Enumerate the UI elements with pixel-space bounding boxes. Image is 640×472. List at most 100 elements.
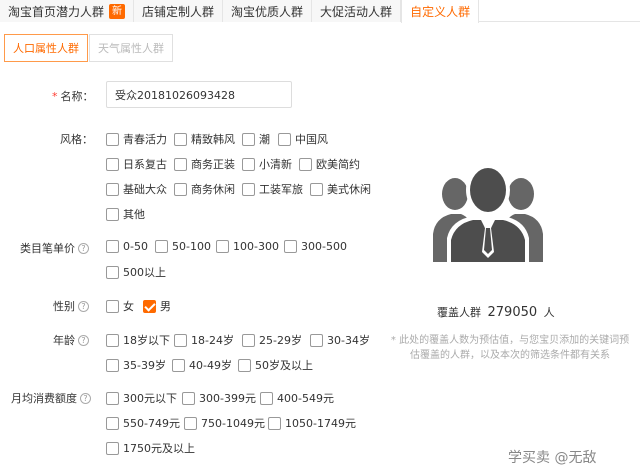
age-checkbox[interactable]: 25-29岁 — [242, 332, 302, 348]
checkbox-box[interactable] — [155, 240, 168, 253]
coverage-unit: 人 — [543, 306, 555, 319]
checkbox-box[interactable] — [106, 265, 119, 279]
tab-custom-audience[interactable]: 自定义人群 — [401, 0, 480, 23]
checkbox-label: 女 — [123, 300, 134, 313]
price-checkbox[interactable]: 100-300 — [216, 240, 279, 253]
style-checkbox[interactable]: 精致韩风 — [174, 131, 235, 147]
checkbox-box[interactable] — [310, 182, 323, 196]
audience-name-input[interactable] — [106, 81, 292, 108]
checkbox-box[interactable] — [106, 391, 119, 405]
checkbox-label: 40-49岁 — [189, 359, 232, 372]
checkbox-label: 1050-1749元 — [285, 417, 356, 430]
style-checkbox[interactable]: 商务正装 — [174, 156, 235, 172]
age-checkbox[interactable]: 40-49岁 — [172, 357, 232, 373]
checkbox-box[interactable] — [172, 358, 185, 372]
style-checkbox[interactable]: 青春活力 — [106, 131, 167, 147]
tab-promotion-audience[interactable]: 大促活动人群 — [312, 0, 402, 22]
style-checkbox[interactable]: 中国风 — [278, 131, 328, 147]
spend-checkbox[interactable]: 300元以下 — [106, 390, 177, 406]
help-icon[interactable]: ? — [78, 242, 89, 254]
style-checkbox[interactable]: 基础大众 — [106, 181, 167, 197]
gender-checkbox-male[interactable]: 男 — [143, 298, 171, 314]
checkbox-label: 30-34岁 — [327, 334, 370, 347]
gender-checkbox-female[interactable]: 女 — [106, 298, 134, 314]
checkbox-box[interactable] — [106, 299, 119, 313]
checkbox-box[interactable] — [174, 157, 187, 171]
price-checkbox[interactable]: 300-500 — [284, 240, 347, 253]
checkbox-box[interactable] — [238, 358, 251, 372]
spend-checkbox[interactable]: 750-1049元 — [184, 415, 265, 431]
checkbox-label: 男 — [160, 300, 171, 313]
checkbox-box[interactable] — [106, 333, 119, 347]
age-checkbox[interactable]: 18-24岁 — [174, 332, 234, 348]
style-checkbox[interactable]: 商务休闲 — [174, 181, 235, 197]
monthly-spend-label: 月均消费额度 ? — [11, 390, 91, 406]
style-checkbox[interactable]: 欧美简约 — [299, 156, 360, 172]
checkbox-box[interactable] — [174, 182, 187, 196]
age-checkbox[interactable]: 35-39岁 — [106, 357, 166, 373]
checkbox-box[interactable] — [242, 157, 255, 171]
checkbox-box[interactable] — [260, 391, 273, 405]
tab-quality-audience[interactable]: 淘宝优质人群 — [223, 0, 313, 22]
price-checkbox[interactable]: 500以上 — [106, 264, 166, 280]
style-checkbox[interactable]: 其他 — [106, 206, 145, 222]
tab-shop-custom[interactable]: 店铺定制人群 — [134, 0, 224, 22]
name-label: * 名称： — [52, 88, 94, 104]
tab-homepage-potential[interactable]: 淘宝首页潜力人群 新 — [0, 0, 135, 22]
spend-checkbox[interactable]: 400-549元 — [260, 390, 334, 406]
checkbox-box[interactable] — [106, 416, 119, 430]
spend-checkbox[interactable]: 1050-1749元 — [268, 415, 356, 431]
style-checkbox[interactable]: 美式休闲 — [310, 181, 371, 197]
checkbox-box[interactable] — [242, 132, 255, 146]
help-icon[interactable]: ? — [80, 392, 91, 404]
checkbox-box[interactable] — [106, 240, 119, 253]
subtab-weather[interactable]: 天气属性人群 — [89, 34, 173, 62]
checkbox-box[interactable] — [278, 132, 291, 146]
checkbox-label: 18-24岁 — [191, 334, 234, 347]
checkbox-box[interactable] — [268, 416, 281, 430]
checkbox-box[interactable] — [106, 157, 119, 171]
checkbox-box[interactable] — [174, 132, 187, 146]
checkbox-box[interactable] — [174, 333, 187, 347]
watermark-text: 学买卖 @无敌 — [508, 450, 597, 466]
checkbox-box[interactable] — [299, 157, 312, 171]
checkbox-box[interactable] — [284, 240, 297, 253]
checkbox-box[interactable] — [182, 391, 195, 405]
spend-checkbox[interactable]: 1750元及以上 — [106, 440, 195, 456]
checkbox-box[interactable] — [310, 333, 323, 347]
required-mark: * — [52, 89, 58, 103]
checkbox-box[interactable] — [106, 441, 119, 455]
help-icon[interactable]: ? — [78, 334, 89, 346]
style-checkbox[interactable]: 日系复古 — [106, 156, 167, 172]
checkbox-box[interactable] — [242, 333, 255, 347]
style-checkbox[interactable]: 潮 — [242, 131, 270, 147]
checkbox-box[interactable] — [106, 132, 119, 146]
spend-checkbox[interactable]: 550-749元 — [106, 415, 180, 431]
subtab-demographic[interactable]: 人口属性人群 — [4, 34, 88, 62]
style-checkbox[interactable]: 工装军旅 — [242, 181, 303, 197]
checkbox-label: 0-50 — [123, 240, 148, 253]
checkbox-box[interactable] — [106, 182, 119, 196]
checkbox-box[interactable] — [106, 207, 119, 221]
price-checkbox[interactable]: 0-50 — [106, 240, 148, 253]
checkbox-box[interactable] — [184, 416, 197, 430]
tab-label: 大促活动人群 — [320, 4, 393, 19]
spend-checkbox[interactable]: 300-399元 — [182, 390, 256, 406]
style-checkbox[interactable]: 小清新 — [242, 156, 292, 172]
checkbox-label: 商务休闲 — [191, 183, 235, 196]
checkbox-box[interactable] — [216, 240, 229, 253]
age-checkbox[interactable]: 18岁以下 — [106, 332, 170, 348]
age-checkbox[interactable]: 30-34岁 — [310, 332, 370, 348]
checkbox-box[interactable] — [106, 358, 119, 372]
checkbox-label: 500以上 — [123, 266, 166, 279]
checkbox-label: 1750元及以上 — [123, 442, 195, 455]
tab-label: 自定义人群 — [410, 5, 471, 19]
monthly-spend-label-text: 月均消费额度 — [11, 392, 77, 405]
style-label: 风格： — [60, 133, 93, 146]
price-checkbox[interactable]: 50-100 — [155, 240, 211, 253]
age-checkbox[interactable]: 50岁及以上 — [238, 357, 313, 373]
help-icon[interactable]: ? — [78, 300, 89, 312]
checkbox-box-checked[interactable] — [143, 299, 156, 313]
new-badge: 新 — [109, 3, 126, 19]
checkbox-box[interactable] — [242, 182, 255, 196]
